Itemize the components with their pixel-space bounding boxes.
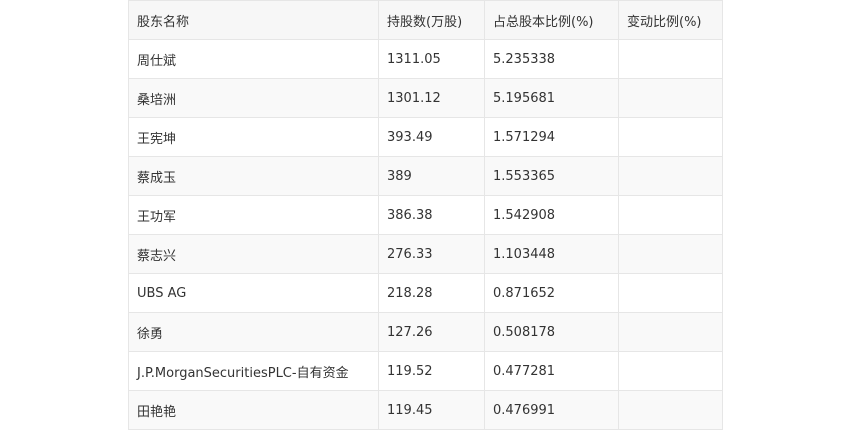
cell-shares-held: 1311.05 — [378, 39, 485, 79]
cell-shareholder-name: 田艳艳 — [128, 390, 379, 430]
cell-change-ratio — [618, 195, 723, 235]
header-share-ratio: 占总股本比例(%) — [484, 0, 619, 40]
header-shareholder-name: 股东名称 — [128, 0, 379, 40]
cell-share-ratio: 1.571294 — [484, 117, 619, 157]
table-row: 蔡志兴 276.33 1.103448 — [128, 234, 723, 274]
cell-share-ratio: 1.103448 — [484, 234, 619, 274]
cell-share-ratio: 0.476991 — [484, 390, 619, 430]
cell-shareholder-name: 蔡志兴 — [128, 234, 379, 274]
cell-shareholder-name: 王宪坤 — [128, 117, 379, 157]
table-row: 徐勇 127.26 0.508178 — [128, 312, 723, 352]
cell-shares-held: 119.45 — [378, 390, 485, 430]
shareholder-table: 股东名称 持股数(万股) 占总股本比例(%) 变动比例(%) 周仕斌 1311.… — [128, 0, 723, 430]
cell-shareholder-name: 桑培洲 — [128, 78, 379, 118]
cell-shareholder-name: 徐勇 — [128, 312, 379, 352]
cell-change-ratio — [618, 351, 723, 391]
cell-share-ratio: 0.508178 — [484, 312, 619, 352]
cell-shareholder-name: J.P.MorganSecuritiesPLC-自有资金 — [128, 351, 379, 391]
cell-change-ratio — [618, 312, 723, 352]
cell-share-ratio: 5.195681 — [484, 78, 619, 118]
cell-share-ratio: 0.871652 — [484, 273, 619, 313]
table-row: 桑培洲 1301.12 5.195681 — [128, 78, 723, 118]
shareholder-table-container: 股东名称 持股数(万股) 占总股本比例(%) 变动比例(%) 周仕斌 1311.… — [128, 0, 723, 430]
cell-shareholder-name: 周仕斌 — [128, 39, 379, 79]
cell-change-ratio — [618, 273, 723, 313]
table-row: UBS AG 218.28 0.871652 — [128, 273, 723, 313]
cell-share-ratio: 5.235338 — [484, 39, 619, 79]
cell-shareholder-name: 蔡成玉 — [128, 156, 379, 196]
cell-share-ratio: 0.477281 — [484, 351, 619, 391]
cell-change-ratio — [618, 78, 723, 118]
table-row: J.P.MorganSecuritiesPLC-自有资金 119.52 0.47… — [128, 351, 723, 391]
cell-shares-held: 276.33 — [378, 234, 485, 274]
cell-shares-held: 389 — [378, 156, 485, 196]
table-row: 王宪坤 393.49 1.571294 — [128, 117, 723, 157]
table-row: 王功军 386.38 1.542908 — [128, 195, 723, 235]
cell-change-ratio — [618, 156, 723, 196]
cell-change-ratio — [618, 234, 723, 274]
header-shares-held: 持股数(万股) — [378, 0, 485, 40]
table-header-row: 股东名称 持股数(万股) 占总股本比例(%) 变动比例(%) — [128, 0, 723, 40]
cell-shares-held: 386.38 — [378, 195, 485, 235]
cell-shares-held: 119.52 — [378, 351, 485, 391]
cell-change-ratio — [618, 117, 723, 157]
cell-shares-held: 393.49 — [378, 117, 485, 157]
cell-change-ratio — [618, 39, 723, 79]
cell-share-ratio: 1.542908 — [484, 195, 619, 235]
cell-change-ratio — [618, 390, 723, 430]
cell-shares-held: 127.26 — [378, 312, 485, 352]
cell-shareholder-name: UBS AG — [128, 273, 379, 313]
cell-shares-held: 1301.12 — [378, 78, 485, 118]
table-row: 蔡成玉 389 1.553365 — [128, 156, 723, 196]
cell-shareholder-name: 王功军 — [128, 195, 379, 235]
table-row: 田艳艳 119.45 0.476991 — [128, 390, 723, 430]
table-row: 周仕斌 1311.05 5.235338 — [128, 39, 723, 79]
cell-share-ratio: 1.553365 — [484, 156, 619, 196]
header-change-ratio: 变动比例(%) — [618, 0, 723, 40]
cell-shares-held: 218.28 — [378, 273, 485, 313]
